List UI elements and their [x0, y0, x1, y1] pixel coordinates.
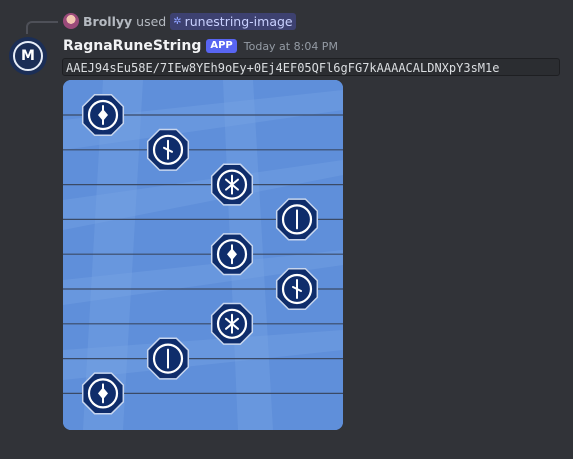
tick-rune-icon [146, 128, 190, 171]
app-badge: APP [206, 39, 237, 53]
slash-command-icon: ✲ [173, 15, 182, 27]
avatar-letter: M [13, 41, 43, 71]
tick-rune-icon [275, 267, 319, 311]
reply-header[interactable]: Brollyy used ✲ runestring-image [63, 11, 296, 31]
reply-connector [26, 21, 58, 34]
discord-message: Brollyy used ✲ runestring-image M RagnaR… [0, 0, 573, 459]
message-timestamp[interactable]: Today at 8:04 PM [244, 40, 338, 53]
command-name: runestring-image [184, 13, 293, 29]
bar-rune-icon [275, 198, 319, 241]
reply-username[interactable]: Brollyy [83, 14, 132, 29]
inline-code: AAEJ94sEu58E/7IEw8YEh9oEy+0Ej4EF05QFl6gF… [62, 58, 560, 76]
message-header: RagnaRuneString APP Today at 8:04 PM [63, 36, 338, 56]
asterisk-rune-icon [210, 302, 254, 345]
reply-avatar[interactable] [63, 13, 79, 29]
command-mention[interactable]: ✲ runestring-image [170, 12, 296, 30]
bot-avatar[interactable]: M [9, 37, 47, 75]
rune-image-attachment[interactable] [63, 80, 343, 430]
rune-image-canvas [63, 80, 343, 430]
author-username[interactable]: RagnaRuneString [63, 38, 201, 54]
diamond-rune-icon [81, 93, 125, 137]
diamond-rune-icon [81, 372, 125, 415]
diamond-rune-icon [210, 233, 254, 276]
bar-rune-icon [146, 337, 190, 380]
asterisk-rune-icon [210, 163, 254, 206]
reply-used-text: used [136, 13, 167, 29]
